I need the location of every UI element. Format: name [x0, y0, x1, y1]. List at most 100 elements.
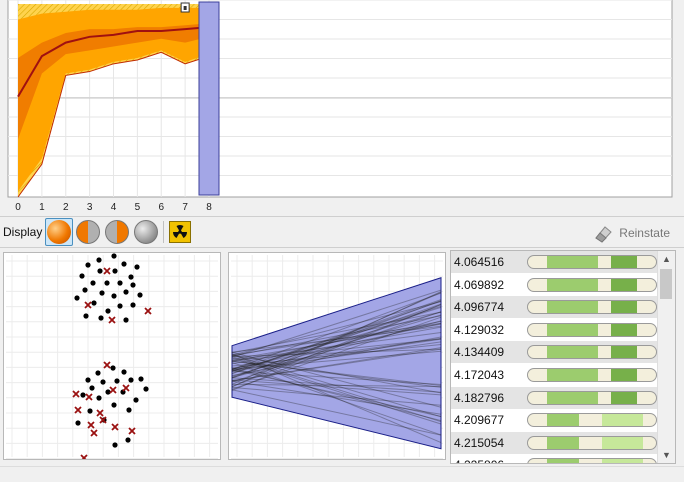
scatter-dot — [99, 290, 105, 296]
scatter-dot — [130, 302, 136, 308]
scroll-up-icon[interactable]: ▲ — [658, 251, 675, 267]
display-mode-3-button[interactable] — [105, 220, 129, 244]
selection-column — [198, 1, 220, 196]
range-bar — [527, 390, 657, 405]
scatter-dot — [117, 280, 123, 286]
display-mode-4-button[interactable] — [134, 220, 158, 244]
scatter-dot — [117, 303, 123, 309]
eraser-icon — [595, 226, 613, 243]
scatter-cross — [103, 267, 111, 275]
reinstate-button[interactable]: Reinstate — [593, 221, 670, 245]
scatter-dot — [125, 437, 131, 443]
range-bar — [527, 345, 657, 360]
range-bar — [527, 458, 657, 463]
x-tick-label: 0 — [15, 202, 21, 213]
scatter-cross — [85, 393, 93, 401]
list-item[interactable]: 4.209677 — [451, 409, 658, 431]
x-tick-label: 6 — [158, 202, 164, 213]
scatter-dot — [87, 408, 93, 414]
list-item-value: 4.069892 — [454, 277, 505, 292]
scatter-dot — [121, 369, 127, 375]
x-tick-label: 5 — [135, 202, 141, 213]
range-segment — [602, 459, 644, 463]
range-bar — [527, 300, 657, 315]
scatter-dot — [123, 289, 129, 295]
confidence-band-chart[interactable]: 0 1 2 3 4 5 6 7 8 — [0, 0, 684, 216]
parallel-coordinates-panel[interactable] — [228, 252, 446, 460]
scatter-dot — [80, 392, 86, 398]
scatter-cross — [111, 423, 119, 431]
scatter-dot — [137, 292, 143, 298]
range-segment — [611, 346, 637, 359]
display-mode-1-button[interactable] — [47, 220, 71, 244]
range-segment — [547, 369, 599, 381]
chart-svg: 0 1 2 3 4 5 6 7 8 — [7, 0, 673, 213]
scatter-dot — [128, 377, 134, 383]
range-segment — [547, 323, 599, 336]
range-segment — [547, 346, 599, 359]
list-item[interactable]: 4.172043 — [451, 364, 658, 386]
scatter-dot — [112, 442, 118, 448]
scatter-dot — [138, 376, 144, 382]
scatter-dot — [82, 287, 88, 293]
range-segment — [611, 369, 637, 381]
scatter-dot — [130, 282, 136, 288]
range-segment — [611, 278, 637, 291]
range-segment — [547, 278, 599, 291]
x-tick-label: 8 — [206, 202, 212, 213]
scatter-dot — [114, 378, 120, 384]
display-toolbar: Display Reinstate — [0, 216, 684, 248]
scatter-dot — [111, 253, 117, 259]
radiation-button[interactable] — [169, 221, 191, 243]
x-tick-label: 7 — [182, 202, 188, 213]
scatter-dot — [123, 317, 129, 323]
list-item[interactable]: 4.129032 — [451, 319, 658, 341]
range-segment — [611, 323, 637, 336]
scroll-thumb[interactable] — [660, 269, 672, 299]
range-segment — [602, 414, 644, 427]
range-segment — [611, 301, 637, 314]
scatter-dot — [133, 397, 139, 403]
x-tick-label: 4 — [111, 202, 117, 213]
list-item-value: 4.096774 — [454, 300, 505, 315]
list-scrollbar[interactable]: ▲ ▼ — [657, 251, 675, 463]
toolbar-separator — [163, 221, 164, 243]
reinstate-label: Reinstate — [619, 226, 670, 240]
list-item-value: 4.215054 — [454, 435, 505, 450]
scatter-dot — [112, 268, 118, 274]
scatter-dot — [111, 293, 117, 299]
scatter-dot — [91, 300, 97, 306]
list-item[interactable]: 4.069892 — [451, 274, 658, 296]
scatter-cross — [72, 390, 80, 398]
list-item-value: 4.129032 — [454, 322, 505, 337]
list-item[interactable]: 4.225806 — [451, 454, 658, 463]
scatter-dot — [104, 280, 110, 286]
list-item[interactable]: 4.096774 — [451, 296, 658, 319]
scatter-dot — [96, 257, 102, 263]
range-bar — [527, 277, 657, 292]
list-item[interactable]: 4.215054 — [451, 431, 658, 454]
list-item[interactable]: 4.182796 — [451, 386, 658, 409]
scatter-dot — [126, 407, 132, 413]
scatter-dot — [111, 402, 117, 408]
scatter-cross — [144, 307, 152, 315]
scatter-dot — [143, 386, 149, 392]
scatter-cross — [122, 384, 130, 392]
scatter-dot — [98, 315, 104, 321]
x-tick-label: 2 — [63, 202, 69, 213]
scatter-panel[interactable] — [3, 252, 221, 462]
scatter-dot — [75, 420, 81, 426]
display-mode-2-button[interactable] — [76, 220, 100, 244]
list-item[interactable]: 4.064516 — [451, 251, 658, 273]
list-item[interactable]: 4.134409 — [451, 341, 658, 364]
scatter-dot — [89, 385, 95, 391]
list-item-value: 4.209677 — [454, 413, 505, 428]
scatter-cross — [87, 421, 95, 429]
status-strip — [0, 466, 684, 482]
scatter-dot — [83, 313, 89, 319]
value-list-panel[interactable]: 4.064516 4.069892 4.096774 4.129032 4.134409… — [450, 250, 676, 464]
scroll-down-icon[interactable]: ▼ — [658, 447, 675, 463]
range-segment — [547, 391, 599, 404]
scatter-dot — [100, 379, 106, 385]
range-segment — [547, 414, 580, 427]
